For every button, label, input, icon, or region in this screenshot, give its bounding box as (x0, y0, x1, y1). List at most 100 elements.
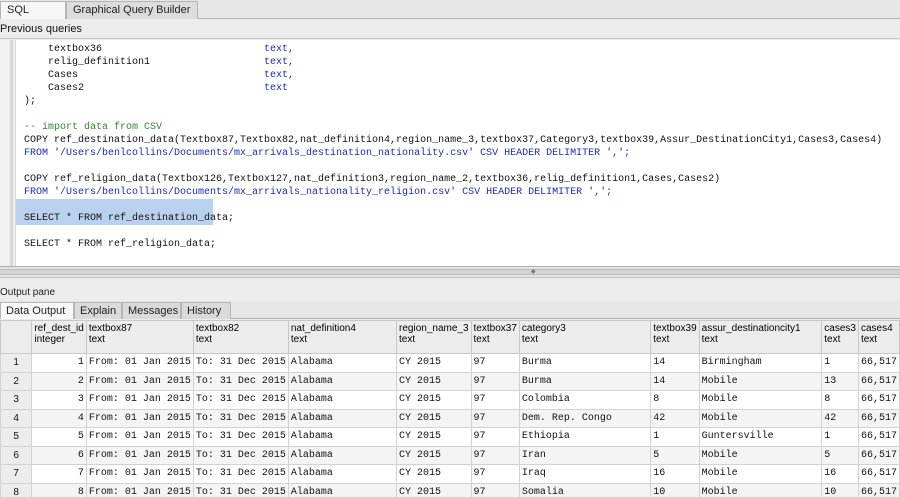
column-header[interactable]: cases4 text (857, 320, 900, 354)
column-header[interactable]: assur_destinationcity1 text (698, 320, 823, 354)
table-cell[interactable]: 14 (650, 353, 700, 373)
tab-sql-editor[interactable]: SQL Editor (0, 1, 66, 33)
table-cell[interactable]: CY 2015 (396, 408, 472, 428)
table-cell[interactable]: Colombia (518, 390, 652, 410)
table-cell[interactable]: 5 (31, 427, 87, 447)
table-cell[interactable]: Ethiopia (518, 427, 652, 447)
row-number[interactable]: 7 (0, 464, 33, 484)
table-cell[interactable]: CY 2015 (396, 371, 472, 391)
table-cell[interactable]: 1 (821, 427, 859, 447)
previous-queries-bar[interactable]: Previous queries (0, 20, 900, 39)
column-header[interactable]: nat_definition4 text (287, 320, 398, 354)
tab-explain[interactable]: Explain (74, 302, 122, 319)
column-header[interactable]: cases3 text (821, 320, 859, 354)
table-cell[interactable]: 42 (821, 408, 859, 428)
table-cell[interactable]: Alabama (287, 482, 398, 497)
table-cell[interactable]: Iraq (518, 464, 652, 484)
table-cell[interactable]: 66,517 (857, 445, 900, 465)
row-number[interactable]: 2 (0, 371, 33, 391)
table-cell[interactable]: To: 31 Dec 2015 (192, 390, 289, 410)
table-cell[interactable]: 10 (650, 482, 700, 497)
table-cell[interactable]: 6 (31, 445, 87, 465)
tab-messages[interactable]: Messages (122, 302, 181, 319)
table-cell[interactable]: To: 31 Dec 2015 (192, 445, 289, 465)
table-row[interactable]: 5 5 From: 01 Jan 2015 To: 31 Dec 2015 Alabam… (0, 427, 900, 447)
table-row[interactable]: 1 1 From: 01 Jan 2015 To: 31 Dec 2015 Alabam… (0, 353, 900, 373)
row-number[interactable]: 8 (0, 482, 33, 497)
table-row[interactable]: 3 3 From: 01 Jan 2015 To: 31 Dec 2015 Alabam… (0, 390, 900, 410)
table-row[interactable]: 4 4 From: 01 Jan 2015 To: 31 Dec 2015 Alabam… (0, 408, 900, 428)
table-cell[interactable]: 97 (470, 390, 520, 410)
tab-data-output[interactable]: Data Output (0, 302, 74, 319)
table-cell[interactable]: 97 (470, 427, 520, 447)
table-cell[interactable]: 66,517 (857, 353, 900, 373)
table-cell[interactable]: Dem. Rep. Congo (518, 408, 652, 428)
table-cell[interactable]: From: 01 Jan 2015 (85, 464, 194, 484)
table-cell[interactable]: CY 2015 (396, 427, 472, 447)
splitter-grip-icon[interactable]: ◆ (531, 269, 537, 275)
table-row[interactable]: 2 2 From: 01 Jan 2015 To: 31 Dec 2015 Alabam… (0, 371, 900, 391)
table-cell[interactable]: To: 31 Dec 2015 (192, 482, 289, 497)
row-number[interactable]: 3 (0, 390, 33, 410)
table-cell[interactable]: Alabama (287, 353, 398, 373)
table-cell[interactable]: Somalia (518, 482, 652, 497)
table-cell[interactable]: 3 (31, 390, 87, 410)
table-cell[interactable]: 97 (470, 371, 520, 391)
table-cell[interactable]: From: 01 Jan 2015 (85, 427, 194, 447)
table-cell[interactable]: 16 (650, 464, 700, 484)
table-cell[interactable]: CY 2015 (396, 464, 472, 484)
table-cell[interactable]: Burma (518, 353, 652, 373)
pane-splitter[interactable]: ◆ (0, 267, 900, 278)
table-cell[interactable]: Birmingham (698, 353, 823, 373)
row-number[interactable]: 6 (0, 445, 33, 465)
table-cell[interactable]: To: 31 Dec 2015 (192, 408, 289, 428)
table-cell[interactable]: To: 31 Dec 2015 (192, 464, 289, 484)
table-cell[interactable]: 97 (470, 408, 520, 428)
table-cell[interactable]: Mobile (698, 371, 823, 391)
table-cell[interactable]: 1 (31, 353, 87, 373)
table-cell[interactable]: 5 (821, 445, 859, 465)
table-cell[interactable]: 1 (821, 353, 859, 373)
table-cell[interactable]: 66,517 (857, 371, 900, 391)
table-cell[interactable]: 97 (470, 464, 520, 484)
table-cell[interactable]: To: 31 Dec 2015 (192, 353, 289, 373)
table-cell[interactable]: 8 (821, 390, 859, 410)
row-number[interactable]: 4 (0, 408, 33, 428)
table-row[interactable]: 6 6 From: 01 Jan 2015 To: 31 Dec 2015 Alabam… (0, 445, 900, 465)
table-cell[interactable]: To: 31 Dec 2015 (192, 427, 289, 447)
table-cell[interactable]: Guntersville (698, 427, 823, 447)
table-cell[interactable]: From: 01 Jan 2015 (85, 408, 194, 428)
tab-graphical-query-builder[interactable]: Graphical Query Builder (66, 1, 198, 19)
table-cell[interactable]: 66,517 (857, 464, 900, 484)
column-header[interactable]: region_name_3 text (396, 320, 472, 354)
table-cell[interactable]: CY 2015 (396, 445, 472, 465)
table-row[interactable]: 7 7 From: 01 Jan 2015 To: 31 Dec 2015 Alabam… (0, 464, 900, 484)
column-header[interactable]: textbox37 text (470, 320, 520, 354)
table-cell[interactable]: CY 2015 (396, 390, 472, 410)
table-cell[interactable]: Mobile (698, 482, 823, 497)
row-header-corner[interactable] (0, 320, 33, 354)
table-cell[interactable]: 5 (650, 445, 700, 465)
table-cell[interactable]: 4 (31, 408, 87, 428)
table-cell[interactable]: 1 (650, 427, 700, 447)
table-cell[interactable]: Alabama (287, 408, 398, 428)
table-cell[interactable]: 97 (470, 353, 520, 373)
table-cell[interactable]: 10 (821, 482, 859, 497)
table-cell[interactable]: From: 01 Jan 2015 (85, 390, 194, 410)
sql-editor[interactable]: textbox36 text, relig_definition1 text, … (0, 40, 900, 267)
table-cell[interactable]: 66,517 (857, 427, 900, 447)
table-cell[interactable]: 16 (821, 464, 859, 484)
table-cell[interactable]: Mobile (698, 390, 823, 410)
row-number[interactable]: 1 (0, 353, 33, 373)
column-header[interactable]: ref_dest_id integer (31, 320, 87, 354)
table-cell[interactable]: 66,517 (857, 482, 900, 497)
table-cell[interactable]: Burma (518, 371, 652, 391)
table-row[interactable]: 8 8 From: 01 Jan 2015 To: 31 Dec 2015 Alabam… (0, 482, 900, 497)
table-cell[interactable]: 8 (650, 390, 700, 410)
table-cell[interactable]: Iran (518, 445, 652, 465)
table-cell[interactable]: Alabama (287, 390, 398, 410)
column-header[interactable]: textbox82 text (192, 320, 289, 354)
table-cell[interactable]: CY 2015 (396, 482, 472, 497)
column-header[interactable]: textbox87 text (85, 320, 194, 354)
table-cell[interactable]: 14 (650, 371, 700, 391)
